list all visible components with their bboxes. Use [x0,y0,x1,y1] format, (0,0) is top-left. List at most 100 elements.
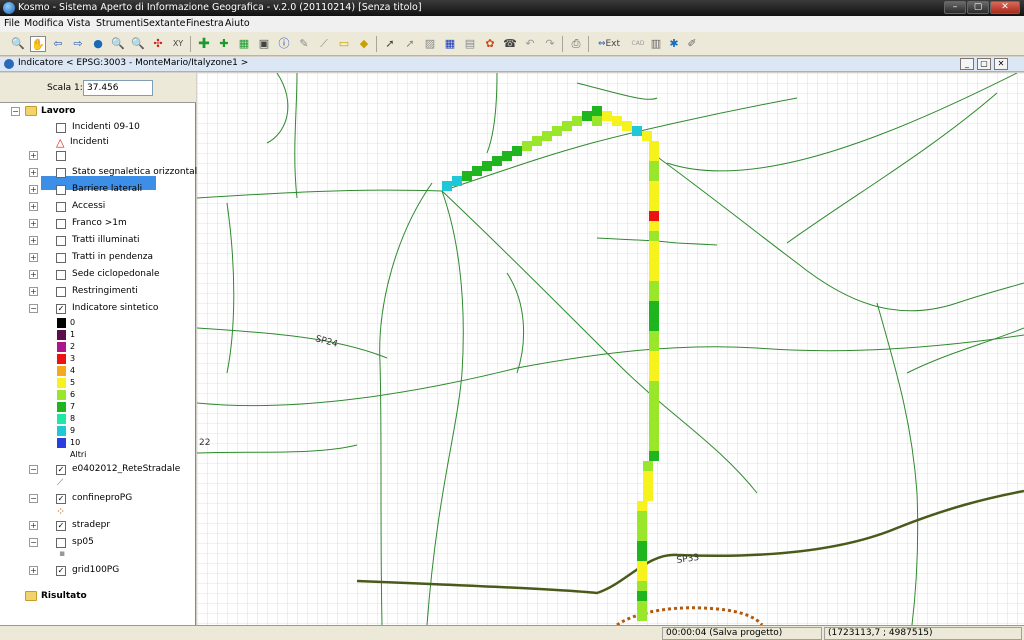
add-table-icon[interactable]: ▦ [236,36,252,52]
expand-icon[interactable]: + [29,168,38,177]
box-icon[interactable]: ◆ [356,36,372,52]
map-icon[interactable]: ▥ [648,36,664,52]
zoom-in-icon[interactable]: 🔍 [110,36,126,52]
minimize-button[interactable]: – [944,1,966,14]
layer-stradepr[interactable]: stradepr [72,520,110,530]
globe-icon[interactable]: ● [90,36,106,52]
measure-icon[interactable]: ✎ [296,36,312,52]
expand-lavoro-icon[interactable]: − [11,107,20,116]
add-ide-icon[interactable]: ✚ [216,36,232,52]
checkbox-tratti-ill[interactable] [56,236,66,246]
undo-icon[interactable]: ↶ [522,36,538,52]
view-close-button[interactable]: ✕ [994,58,1008,70]
scale-input[interactable] [83,80,153,96]
zoom-out-icon[interactable]: 🔍 [130,36,146,52]
checkbox-stato-pav[interactable] [56,151,66,161]
layer-franco[interactable]: Franco >1m [72,218,127,228]
view-minimize-button[interactable]: _ [960,58,974,70]
ext-arrow-icon: ⇔ [597,39,606,49]
select-layer-icon[interactable]: ▨ [422,36,438,52]
menu-modifica[interactable]: Modifica [24,18,64,29]
expand-icon[interactable]: + [29,236,38,245]
layer-grid[interactable]: grid100PG [72,565,119,575]
group-lavoro[interactable]: Lavoro [41,106,75,116]
layer-restringimenti[interactable]: Restringimenti [72,286,138,296]
expand-icon[interactable]: + [29,287,38,296]
xy-icon[interactable]: XY [170,36,186,52]
checkbox-grid[interactable]: ✓ [56,566,66,576]
edit-icon[interactable]: ✐ [684,36,700,52]
checkbox-tratti-pend[interactable] [56,253,66,263]
view-maximize-button[interactable]: ▢ [977,58,991,70]
expand-icon[interactable]: + [29,270,38,279]
select-area-icon[interactable]: ➚ [402,36,418,52]
collapse-icon[interactable]: − [29,465,38,474]
expand-icon[interactable]: + [29,566,38,575]
menu-file[interactable]: File [4,18,20,29]
zoom-icon[interactable]: 🔍 [10,36,26,52]
layer-incidenti-0910[interactable]: Incidenti 09-10 [72,122,140,132]
ruler-yellow-icon[interactable]: ▭ [336,36,352,52]
print-icon[interactable]: ⎙ [568,36,584,52]
table-icon[interactable]: ▦ [442,36,458,52]
layer-barriere[interactable]: Barriere laterali [72,184,142,194]
expand-icon[interactable]: + [29,253,38,262]
add-layer-icon[interactable]: ✚ [196,36,212,52]
checkbox-sp05[interactable] [56,538,66,548]
forward-icon[interactable]: ⇨ [70,36,86,52]
collapse-icon[interactable]: − [29,538,38,547]
select-icon[interactable]: ➚ [382,36,398,52]
map-canvas[interactable]: SP24 SP33 22 [197,73,1024,625]
checkbox-franco[interactable] [56,219,66,229]
layer-tratti-pendenza[interactable]: Tratti in pendenza [72,252,153,262]
checkbox-stradepr[interactable]: ✓ [56,521,66,531]
layer-accessi[interactable]: Accessi [72,201,105,211]
cad-icon[interactable]: CAD [630,36,646,52]
checkbox-restringimenti[interactable] [56,287,66,297]
expand-icon[interactable]: + [29,202,38,211]
expand-icon[interactable]: + [29,219,38,228]
phone-icon[interactable]: ☎ [502,36,518,52]
layer-stato-segnaletica[interactable]: Stato segnaletica orizzontale [72,167,203,177]
checkbox-accessi[interactable] [56,202,66,212]
pan-icon[interactable]: ✋ [30,36,46,52]
menu-aiuto[interactable]: Aiuto [225,18,250,29]
expand-icon[interactable]: + [29,521,38,530]
menu-finestra[interactable]: Finestra [186,18,224,29]
menu-strumenti[interactable]: Strumenti [96,18,143,29]
group-risultato[interactable]: Risultato [41,591,87,601]
collapse-icon[interactable]: − [29,304,38,313]
checkbox-sede-cicl[interactable] [56,270,66,280]
checkbox-incidenti-0910[interactable] [56,123,66,133]
layer-tratti-illuminati[interactable]: Tratti illuminati [72,235,140,245]
layer-indicatore-sintetico[interactable]: Indicatore sintetico [72,303,158,313]
palette-icon[interactable]: ✿ [482,36,498,52]
expand-icon[interactable]: + [29,151,38,160]
ruler-icon[interactable]: ⟋ [316,36,332,52]
checkbox-confine[interactable]: ✓ [56,494,66,504]
checkbox-barriere[interactable] [56,185,66,195]
checkbox-stato-segn[interactable] [56,168,66,178]
maximize-button[interactable]: ▢ [967,1,989,14]
save-icon[interactable]: ▣ [256,36,272,52]
grid-icon[interactable]: ▤ [462,36,478,52]
collapse-icon[interactable]: − [29,494,38,503]
layer-sede-ciclopedonale[interactable]: Sede ciclopedonale [72,269,160,279]
close-button[interactable]: ✕ [990,1,1020,14]
checkbox-indicatore[interactable]: ✓ [56,304,66,314]
redo-icon[interactable]: ↷ [542,36,558,52]
layer-stato-pavimentazione[interactable]: Stato pavimentazione [72,150,171,160]
layer-rete-stradale[interactable]: e0402012_ReteStradale [72,464,180,474]
back-icon[interactable]: ⇦ [50,36,66,52]
menu-vista[interactable]: Vista [67,18,90,29]
checkbox-rete[interactable]: ✓ [56,465,66,475]
indicator-cell [643,481,653,491]
ext-button[interactable]: ⇔Ext [592,36,626,52]
tools-icon[interactable]: ✱ [666,36,682,52]
zoom-extent-icon[interactable]: ✣ [150,36,166,52]
layer-sp05[interactable]: sp05 [72,537,94,547]
menu-sextante[interactable]: Sextante [143,18,185,29]
expand-icon[interactable]: + [29,185,38,194]
layer-confine[interactable]: confineproPG [72,493,132,503]
info-icon[interactable]: ⓘ [276,36,292,52]
